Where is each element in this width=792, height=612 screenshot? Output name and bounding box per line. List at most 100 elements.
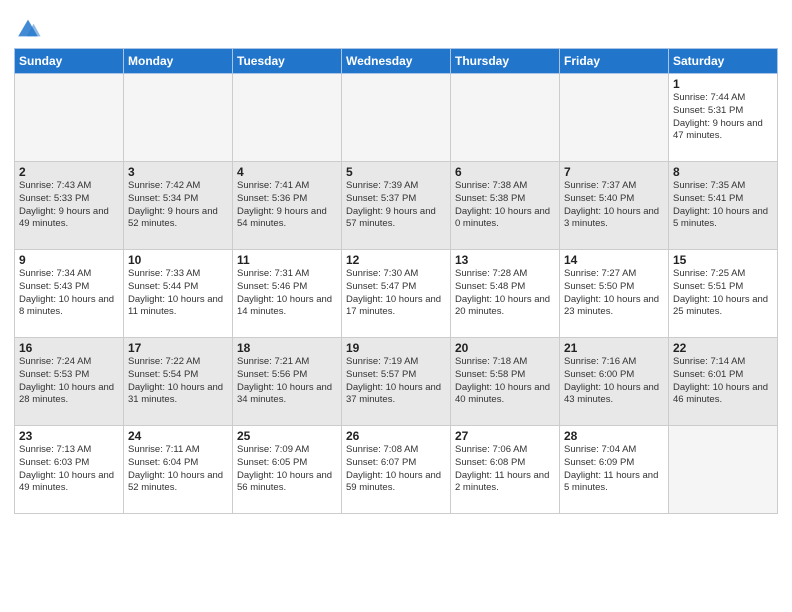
day-info: Sunrise: 7:19 AM Sunset: 5:57 PM Dayligh… [346,356,446,407]
calendar-day-header: Monday [124,49,233,74]
calendar-week-row: 9Sunrise: 7:34 AM Sunset: 5:43 PM Daylig… [15,250,778,338]
calendar-day-cell: 12Sunrise: 7:30 AM Sunset: 5:47 PM Dayli… [342,250,451,338]
day-number: 20 [455,341,555,355]
day-number: 27 [455,429,555,443]
calendar-day-cell: 8Sunrise: 7:35 AM Sunset: 5:41 PM Daylig… [669,162,778,250]
calendar-day-cell: 2Sunrise: 7:43 AM Sunset: 5:33 PM Daylig… [15,162,124,250]
day-number: 10 [128,253,228,267]
calendar-day-cell: 11Sunrise: 7:31 AM Sunset: 5:46 PM Dayli… [233,250,342,338]
day-info: Sunrise: 7:25 AM Sunset: 5:51 PM Dayligh… [673,268,773,319]
calendar-day-cell: 27Sunrise: 7:06 AM Sunset: 6:08 PM Dayli… [451,426,560,514]
calendar-day-cell: 26Sunrise: 7:08 AM Sunset: 6:07 PM Dayli… [342,426,451,514]
calendar-week-row: 23Sunrise: 7:13 AM Sunset: 6:03 PM Dayli… [15,426,778,514]
calendar-day-cell: 10Sunrise: 7:33 AM Sunset: 5:44 PM Dayli… [124,250,233,338]
day-info: Sunrise: 7:08 AM Sunset: 6:07 PM Dayligh… [346,444,446,495]
day-number: 17 [128,341,228,355]
day-number: 12 [346,253,446,267]
day-info: Sunrise: 7:41 AM Sunset: 5:36 PM Dayligh… [237,180,337,231]
day-number: 9 [19,253,119,267]
day-number: 26 [346,429,446,443]
calendar-day-cell: 9Sunrise: 7:34 AM Sunset: 5:43 PM Daylig… [15,250,124,338]
day-number: 15 [673,253,773,267]
calendar-day-cell: 28Sunrise: 7:04 AM Sunset: 6:09 PM Dayli… [560,426,669,514]
calendar-day-cell: 13Sunrise: 7:28 AM Sunset: 5:48 PM Dayli… [451,250,560,338]
day-info: Sunrise: 7:43 AM Sunset: 5:33 PM Dayligh… [19,180,119,231]
day-number: 18 [237,341,337,355]
logo-icon [14,14,42,42]
day-info: Sunrise: 7:21 AM Sunset: 5:56 PM Dayligh… [237,356,337,407]
header-row: SundayMondayTuesdayWednesdayThursdayFrid… [15,49,778,74]
day-info: Sunrise: 7:33 AM Sunset: 5:44 PM Dayligh… [128,268,228,319]
header [14,10,778,42]
day-info: Sunrise: 7:18 AM Sunset: 5:58 PM Dayligh… [455,356,555,407]
calendar-day-cell: 14Sunrise: 7:27 AM Sunset: 5:50 PM Dayli… [560,250,669,338]
calendar-day-cell: 15Sunrise: 7:25 AM Sunset: 5:51 PM Dayli… [669,250,778,338]
day-info: Sunrise: 7:11 AM Sunset: 6:04 PM Dayligh… [128,444,228,495]
calendar-day-cell: 22Sunrise: 7:14 AM Sunset: 6:01 PM Dayli… [669,338,778,426]
calendar-day-cell [560,74,669,162]
calendar-day-cell: 19Sunrise: 7:19 AM Sunset: 5:57 PM Dayli… [342,338,451,426]
calendar-day-cell [124,74,233,162]
calendar-day-cell: 20Sunrise: 7:18 AM Sunset: 5:58 PM Dayli… [451,338,560,426]
calendar-day-header: Sunday [15,49,124,74]
day-info: Sunrise: 7:39 AM Sunset: 5:37 PM Dayligh… [346,180,446,231]
day-number: 7 [564,165,664,179]
day-info: Sunrise: 7:44 AM Sunset: 5:31 PM Dayligh… [673,92,773,143]
day-info: Sunrise: 7:28 AM Sunset: 5:48 PM Dayligh… [455,268,555,319]
day-info: Sunrise: 7:27 AM Sunset: 5:50 PM Dayligh… [564,268,664,319]
calendar-day-cell: 21Sunrise: 7:16 AM Sunset: 6:00 PM Dayli… [560,338,669,426]
calendar-day-header: Saturday [669,49,778,74]
day-number: 21 [564,341,664,355]
day-number: 16 [19,341,119,355]
day-number: 8 [673,165,773,179]
day-number: 6 [455,165,555,179]
calendar-day-cell [451,74,560,162]
page: SundayMondayTuesdayWednesdayThursdayFrid… [0,0,792,524]
day-info: Sunrise: 7:38 AM Sunset: 5:38 PM Dayligh… [455,180,555,231]
day-info: Sunrise: 7:04 AM Sunset: 6:09 PM Dayligh… [564,444,664,495]
day-number: 13 [455,253,555,267]
day-info: Sunrise: 7:13 AM Sunset: 6:03 PM Dayligh… [19,444,119,495]
calendar-day-cell: 17Sunrise: 7:22 AM Sunset: 5:54 PM Dayli… [124,338,233,426]
day-info: Sunrise: 7:09 AM Sunset: 6:05 PM Dayligh… [237,444,337,495]
calendar-day-cell: 25Sunrise: 7:09 AM Sunset: 6:05 PM Dayli… [233,426,342,514]
calendar-day-cell: 7Sunrise: 7:37 AM Sunset: 5:40 PM Daylig… [560,162,669,250]
calendar-day-cell: 6Sunrise: 7:38 AM Sunset: 5:38 PM Daylig… [451,162,560,250]
calendar-day-cell: 24Sunrise: 7:11 AM Sunset: 6:04 PM Dayli… [124,426,233,514]
day-number: 24 [128,429,228,443]
calendar-day-cell [15,74,124,162]
calendar-day-cell: 3Sunrise: 7:42 AM Sunset: 5:34 PM Daylig… [124,162,233,250]
calendar-day-cell: 18Sunrise: 7:21 AM Sunset: 5:56 PM Dayli… [233,338,342,426]
day-number: 23 [19,429,119,443]
day-number: 22 [673,341,773,355]
logo [14,14,46,42]
day-info: Sunrise: 7:34 AM Sunset: 5:43 PM Dayligh… [19,268,119,319]
day-info: Sunrise: 7:37 AM Sunset: 5:40 PM Dayligh… [564,180,664,231]
calendar-day-cell [233,74,342,162]
calendar-day-cell [669,426,778,514]
day-info: Sunrise: 7:22 AM Sunset: 5:54 PM Dayligh… [128,356,228,407]
calendar-day-cell: 16Sunrise: 7:24 AM Sunset: 5:53 PM Dayli… [15,338,124,426]
day-number: 14 [564,253,664,267]
calendar-day-header: Tuesday [233,49,342,74]
day-info: Sunrise: 7:30 AM Sunset: 5:47 PM Dayligh… [346,268,446,319]
day-number: 19 [346,341,446,355]
day-number: 3 [128,165,228,179]
day-number: 5 [346,165,446,179]
calendar-week-row: 16Sunrise: 7:24 AM Sunset: 5:53 PM Dayli… [15,338,778,426]
calendar-day-cell: 23Sunrise: 7:13 AM Sunset: 6:03 PM Dayli… [15,426,124,514]
day-info: Sunrise: 7:16 AM Sunset: 6:00 PM Dayligh… [564,356,664,407]
day-number: 4 [237,165,337,179]
calendar-week-row: 1Sunrise: 7:44 AM Sunset: 5:31 PM Daylig… [15,74,778,162]
day-info: Sunrise: 7:42 AM Sunset: 5:34 PM Dayligh… [128,180,228,231]
day-info: Sunrise: 7:06 AM Sunset: 6:08 PM Dayligh… [455,444,555,495]
calendar-header: SundayMondayTuesdayWednesdayThursdayFrid… [15,49,778,74]
calendar-day-cell: 4Sunrise: 7:41 AM Sunset: 5:36 PM Daylig… [233,162,342,250]
calendar-day-cell [342,74,451,162]
day-info: Sunrise: 7:35 AM Sunset: 5:41 PM Dayligh… [673,180,773,231]
day-number: 1 [673,77,773,91]
day-info: Sunrise: 7:14 AM Sunset: 6:01 PM Dayligh… [673,356,773,407]
calendar-day-header: Friday [560,49,669,74]
calendar-day-cell: 5Sunrise: 7:39 AM Sunset: 5:37 PM Daylig… [342,162,451,250]
calendar-body: 1Sunrise: 7:44 AM Sunset: 5:31 PM Daylig… [15,74,778,514]
